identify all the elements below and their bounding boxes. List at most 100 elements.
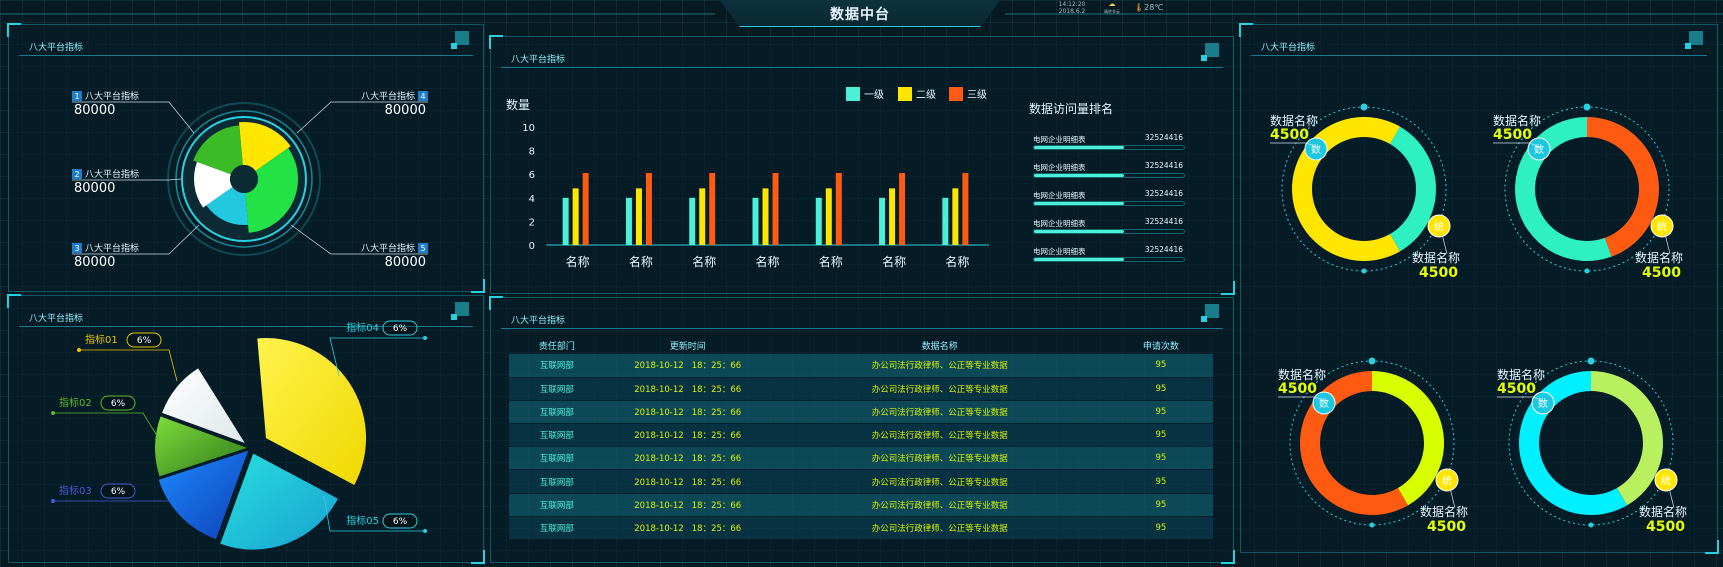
orbit-dot	[1583, 103, 1591, 111]
cell-data-name: 办公司法行政律师、公正等专业数据	[871, 431, 1008, 442]
ring-label-bottom: 数据名称	[1412, 250, 1460, 265]
orbit-dot	[1369, 522, 1375, 528]
y-tick-label: 6	[529, 170, 535, 181]
panel-header: 八大平台指标	[501, 304, 1223, 329]
column-header-department: 责任部门	[538, 341, 575, 352]
cell-request-count: 95	[1155, 453, 1167, 464]
ranking-bar-track	[1033, 201, 1185, 206]
data-table: 责任部门 更新时间 数据名称 申请次数 互联网部 2018-10-12 18：25…	[509, 336, 1213, 540]
ring-value-top: 4500	[1497, 381, 1536, 397]
x-tick-label: 名称	[945, 254, 969, 269]
ranking-item-name: 电网企业明细表	[1033, 219, 1086, 228]
legend-swatch	[949, 87, 963, 101]
cell-update-time: 2018-10-12 18：25：66	[634, 361, 742, 372]
pct-value: 6%	[393, 324, 408, 334]
ring-value-top: 4500	[1270, 127, 1309, 143]
ranking-bar-track	[1033, 145, 1185, 150]
pie-label-text: 指标04	[346, 321, 379, 334]
indicator-label: 5 八大平台指标80000	[290, 224, 428, 270]
bar	[689, 197, 696, 245]
clock-time: 14:12:20	[1058, 1, 1086, 8]
table-row[interactable]: 互联网部 2018-10-12 18：25：66 办公司法行政律师、公正等专业数据 9…	[509, 400, 1213, 424]
ranking-item-value: 32524416	[1144, 217, 1183, 226]
ranking-bar-track	[1033, 257, 1185, 262]
cell-data-name: 办公司法行政律师、公正等专业数据	[871, 477, 1008, 488]
ranking-item: 电网企业明细表 32524416	[1033, 217, 1185, 238]
ranking-bar-fill	[1034, 174, 1124, 177]
table-header-row: 责任部门 更新时间 数据名称 申请次数	[509, 336, 1213, 354]
donut-hole	[230, 165, 258, 193]
cell-data-name: 办公司法行政律师、公正等专业数据	[871, 454, 1008, 465]
y-tick-label: 0	[529, 241, 535, 252]
legend-swatch	[898, 87, 912, 101]
bar	[942, 197, 949, 245]
ring-segment	[1390, 126, 1436, 252]
ring-label-top: 数据名称	[1497, 367, 1545, 382]
ranking-item-value: 32524416	[1144, 245, 1183, 254]
ranking-item-value: 32524416	[1144, 189, 1183, 198]
y-axis-label: 数量	[506, 97, 530, 112]
ranking-item: 电网企业明细表 32524416	[1033, 161, 1185, 182]
table-row[interactable]: 互联网部 2018-10-12 18：25：66 办公司法行政律师、公正等专业数据 9…	[509, 354, 1213, 378]
ring-chart: 数统数据名称4500数据名称4500	[1270, 103, 1460, 281]
ring-label-top: 数据名称	[1270, 113, 1318, 128]
badge-text: 数	[1538, 397, 1548, 410]
cell-update-time: 2018-10-12 18：25：66	[634, 384, 742, 395]
cell-data-name: 办公司法行政律师、公正等专业数据	[871, 523, 1008, 534]
bar	[952, 188, 959, 245]
indicator-value: 80000	[385, 255, 426, 270]
orbit-dot	[1360, 103, 1368, 111]
cell-request-count: 95	[1155, 406, 1167, 417]
pct-value: 6%	[111, 399, 126, 409]
indicator-label: 2 八大平台指标80000	[72, 168, 182, 196]
cell-data-name: 办公司法行政律师、公正等专业数据	[871, 361, 1008, 372]
ranking-item-value: 32524416	[1144, 133, 1183, 142]
temperature-value: 28℃	[1144, 3, 1164, 12]
orbit-dot	[1587, 357, 1595, 365]
cell-request-count: 95	[1155, 499, 1167, 510]
pie-label-text: 指标05	[346, 514, 379, 527]
cell-department: 互联网部	[539, 431, 574, 442]
bar	[772, 173, 779, 245]
temperature: 🌡28℃	[1134, 3, 1164, 12]
y-tick-label: 8	[529, 147, 535, 158]
ring-label-bottom: 数据名称	[1635, 250, 1683, 265]
ranking-title: 数据访问量排名	[1029, 102, 1114, 116]
ring-value-bottom: 4500	[1642, 265, 1681, 281]
indicator-label-text: 八大平台指标	[361, 242, 415, 254]
ranking-bar-fill	[1034, 258, 1124, 261]
ranking-item: 电网企业明细表 32524416	[1033, 189, 1185, 210]
table-row[interactable]: 互联网部 2018-10-12 18：25：66 办公司法行政律师、公正等专业数据 9…	[509, 377, 1213, 401]
panel-donut-indicators: 八大平台指标 1 八大平台指标 80000 2 八大平台指标 80000 3 八大平台指标 80…	[7, 23, 485, 293]
pct-value: 6%	[111, 487, 126, 497]
table-row[interactable]: 互联网部 2018-10-12 18：25：66 办公司法行政律师、公正等专业数据 9…	[509, 423, 1213, 447]
ring-chart: 数统数据名称4500数据名称4500	[1497, 357, 1687, 535]
bar	[752, 197, 759, 245]
ring-value-bottom: 4500	[1419, 265, 1458, 281]
table-row[interactable]: 互联网部 2018-10-12 18：25：66 办公司法行政律师、公正等专业数据 9…	[509, 493, 1213, 517]
badge-text: 统	[1434, 220, 1444, 233]
indicator-number: 2	[74, 170, 79, 179]
table-row[interactable]: 互联网部 2018-10-12 18：25：66 办公司法行政律师、公正等专业数据 9…	[509, 446, 1213, 470]
cell-update-time: 2018-10-12 18：25：66	[634, 431, 742, 442]
table-row[interactable]: 互联网部 2018-10-12 18：25：66 办公司法行政律师、公正等专业数据 9…	[509, 516, 1213, 540]
pie-label-text: 指标03	[59, 484, 92, 497]
x-tick-label: 名称	[882, 254, 906, 269]
indicator-label: 4 八大平台指标80000	[296, 90, 428, 134]
indicator-value: 80000	[74, 181, 115, 196]
x-tick-label: 名称	[755, 254, 779, 269]
cell-request-count: 95	[1155, 360, 1167, 371]
cell-update-time: 2018-10-12 18：25：66	[634, 523, 742, 534]
x-tick-label: 名称	[629, 254, 653, 269]
ring-label-bottom: 数据名称	[1639, 504, 1687, 519]
bar	[825, 188, 832, 245]
leader-line	[79, 349, 178, 382]
table-row[interactable]: 互联网部 2018-10-12 18：25：66 办公司法行政律师、公正等专业数据 9…	[509, 469, 1213, 494]
weather: ☁ 晴转多云	[1100, 1, 1124, 15]
bar	[899, 173, 906, 245]
indicator-value: 80000	[385, 103, 426, 118]
pct-value: 6%	[393, 517, 408, 527]
bar	[762, 188, 769, 245]
cell-update-time: 2018-10-12 18：25：66	[634, 500, 742, 511]
clock-date: 2018.6.2	[1058, 8, 1086, 15]
